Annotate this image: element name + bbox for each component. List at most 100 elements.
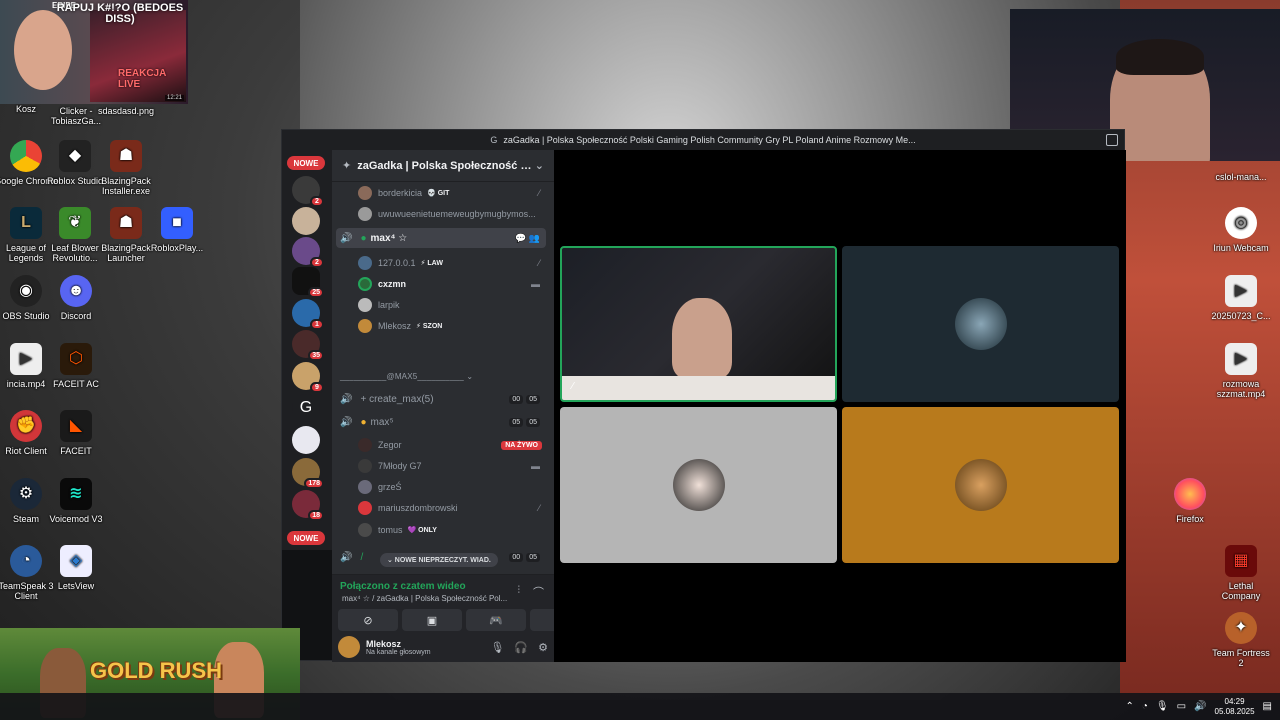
voice-channel-max5[interactable]: 🔊 ● max⁵ 05 05 — [336, 412, 546, 432]
video-tile-camera[interactable]: ⁄ — [560, 246, 837, 402]
desktop-icon-faceit-ac[interactable]: ⬡ FACEIT AC — [44, 343, 108, 389]
streamer-webcam-overlay: ERIPE RAPUJ K#!?O (BEDOES DISS) REAKCJA … — [0, 0, 188, 104]
chevron-down-icon: ⌄ — [534, 160, 544, 172]
notifications-icon[interactable]: ▤ — [1263, 701, 1272, 712]
disconnect-icon[interactable]: ⌒ — [533, 584, 544, 600]
voice-channel-path[interactable]: max⁴ ☆ / zaGadka | Polska Społeczność Po… — [342, 594, 512, 603]
firefox-icon — [1174, 478, 1206, 510]
voice-user[interactable]: borderkicia 💀 GIT ⁄ — [358, 183, 548, 203]
tf2-icon: ✦ — [1225, 612, 1257, 644]
desktop-icon-voicemod[interactable]: ≋ Voicemod V3 — [44, 478, 108, 524]
user-info[interactable]: Mlekosz Na kanale głosowym — [366, 639, 431, 656]
voice-user[interactable]: tomus 💜 ONLY — [358, 520, 548, 540]
server-icon[interactable] — [292, 426, 320, 454]
user-count: 00 — [509, 552, 524, 562]
server-icon[interactable]: 35 — [292, 330, 324, 361]
username: 127.0.0.1 — [378, 258, 416, 268]
desktop-icon-blazingpack-installer[interactable]: ☗ BlazingPack Installer.exe — [94, 140, 158, 196]
server-header[interactable]: ✦ zaGadka | Polska Społeczność Pols... ⌄ — [332, 150, 554, 182]
popout-icon[interactable] — [1106, 134, 1118, 146]
rail-new-badge-top[interactable]: NOWE — [287, 156, 325, 170]
channel-limit: 00 05 — [509, 394, 540, 404]
screen-share-button[interactable]: ▣ — [402, 609, 462, 631]
camera-off-button[interactable]: ⊘ — [338, 609, 398, 631]
voice-user[interactable]: larpik — [358, 295, 548, 315]
server-mention-count: 25 — [308, 287, 324, 298]
voice-user[interactable]: cxzmn ▬ — [358, 274, 548, 294]
noise-suppression-icon[interactable]: ⫶ — [518, 585, 521, 596]
chat-icon[interactable]: 💬 👥 — [515, 233, 540, 244]
voice-user[interactable]: Zegor NA ŻYWO — [358, 435, 548, 455]
video-tile-avatar[interactable] — [842, 407, 1119, 563]
channel-category[interactable]: __________@MAX5__________ ⌄ — [340, 372, 473, 381]
role-tag: ⚡ SZON — [416, 323, 443, 330]
desktop-icon-lethal[interactable]: ▦ Lethal Company — [1209, 545, 1273, 601]
system-tray: ⌃ ◔ 🎙 ▭ 🔊 04:29 05.08.2025 ▤ — [1125, 693, 1272, 720]
microphone-icon[interactable]: 🎙 — [490, 641, 504, 654]
volume-icon[interactable]: 🔊 — [1194, 701, 1206, 712]
server-rail: NOWE 2 2 25 1 35 9 G 178 18 NOWE — [282, 150, 332, 550]
desktop-icon-rozmowa[interactable]: ▶ rozmowa szzmat.mp4 — [1209, 343, 1273, 399]
voice-user[interactable]: grzeŚ — [358, 477, 548, 497]
rail-new-badge-bottom[interactable]: NOWE — [287, 531, 325, 545]
participant-avatar — [672, 459, 725, 511]
avatar — [358, 501, 372, 515]
user-avatar[interactable] — [338, 636, 360, 658]
server-icon[interactable]: 18 — [292, 490, 324, 521]
server-icon[interactable]: 2 — [292, 176, 324, 207]
avatar — [358, 459, 372, 473]
server-icon[interactable]: 2 — [292, 237, 324, 268]
new-unread-messages-pill[interactable]: ⌄ NOWE NIEPRZECZYT. WIAD. — [380, 553, 498, 567]
discord-icon: ☻ — [60, 275, 92, 307]
desktop-icon-20250723[interactable]: ▶ 20250723_C... — [1209, 275, 1273, 321]
desktop-icon-discord[interactable]: ☻ Discord — [44, 275, 108, 321]
server-icon[interactable]: 9 — [292, 362, 324, 393]
server-icon[interactable]: 25 — [292, 267, 324, 298]
league-icon: L — [10, 207, 42, 239]
clock[interactable]: 04:29 05.08.2025 — [1215, 697, 1255, 717]
microphone-icon[interactable]: 🎙 — [1156, 701, 1169, 712]
voice-user[interactable]: mariuszdombrowski ⁄ — [358, 498, 548, 518]
desktop-icon-iriun[interactable]: ◎ Iriun Webcam — [1209, 207, 1273, 253]
desktop-icon-label: Lethal Company — [1221, 581, 1261, 601]
discord-logo-icon: G — [490, 135, 498, 145]
voice-channel-max4[interactable]: 🔊 ● max⁴ ☆ 💬 👥 — [336, 228, 546, 248]
voice-user[interactable]: Mlekosz ⚡ SZON — [358, 316, 548, 336]
desktop-icon-sdasdasd[interactable]: sdasdasd.png — [94, 106, 158, 116]
desktop-icon-roblox-player[interactable]: ■ RobloxPlay... — [145, 207, 209, 253]
desktop-icon-label: rozmowa szzmat.mp4 — [1216, 379, 1266, 399]
desktop-icon-letsview[interactable]: ◈ LetsView — [44, 545, 108, 591]
video-tile-avatar[interactable] — [842, 246, 1119, 402]
lethal-company-icon: ▦ — [1225, 545, 1257, 577]
voice-user[interactable]: 7Młody G7 ▬ — [358, 456, 548, 476]
tray-app-icon[interactable]: ◔ — [1142, 701, 1148, 712]
webcam-icon: ◎ — [1225, 207, 1257, 239]
speaker-icon: 🔊 — [340, 393, 353, 405]
gear-icon[interactable]: ⚙ — [538, 641, 548, 654]
headphones-icon[interactable]: 🎧 — [514, 641, 528, 654]
server-icon[interactable] — [292, 207, 320, 235]
desktop-icon-faceit[interactable]: ◣ FACEIT — [44, 410, 108, 456]
server-icon-active[interactable]: G — [292, 394, 320, 422]
server-icon[interactable]: 1 — [292, 299, 324, 330]
user-panel: Mlekosz Na kanale głosowym 🎙 🎧 ⚙ — [332, 632, 554, 662]
voice-user[interactable]: uwuwueenietuemeweugbymugbymos... — [358, 204, 548, 224]
desktop-icon-firefox[interactable]: Firefox — [1158, 478, 1222, 524]
avatar — [358, 298, 372, 312]
server-icon[interactable]: 178 — [292, 458, 324, 489]
activities-button[interactable]: 🎮 — [466, 609, 526, 631]
overlay-title: RAPUJ K#!?O (BEDOES DISS) — [56, 2, 184, 25]
roblox-studio-icon: ◆ — [59, 140, 91, 172]
desktop-icon-label: Iriun Webcam — [1213, 243, 1269, 253]
voice-user[interactable]: 127.0.0.1 ⚡ LAW ⁄ — [358, 253, 548, 273]
video-tile-avatar[interactable] — [560, 407, 837, 563]
desktop-icon-label: 20250723_C... — [1211, 311, 1271, 321]
chevron-up-icon[interactable]: ⌃ — [1125, 701, 1133, 712]
desktop-icon-cslol[interactable]: cslol-mana... — [1209, 172, 1273, 182]
facecam-hair — [1116, 39, 1204, 75]
desktop-icon-label: FACEIT — [60, 446, 92, 456]
voice-channel-create[interactable]: 🔊 + create_max(5) 00 05 — [336, 389, 546, 409]
overlay-time: 12:21 — [164, 95, 184, 101]
network-icon[interactable]: ▭ — [1177, 701, 1186, 712]
desktop-icon-tf2[interactable]: ✦ Team Fortress 2 — [1209, 612, 1273, 668]
